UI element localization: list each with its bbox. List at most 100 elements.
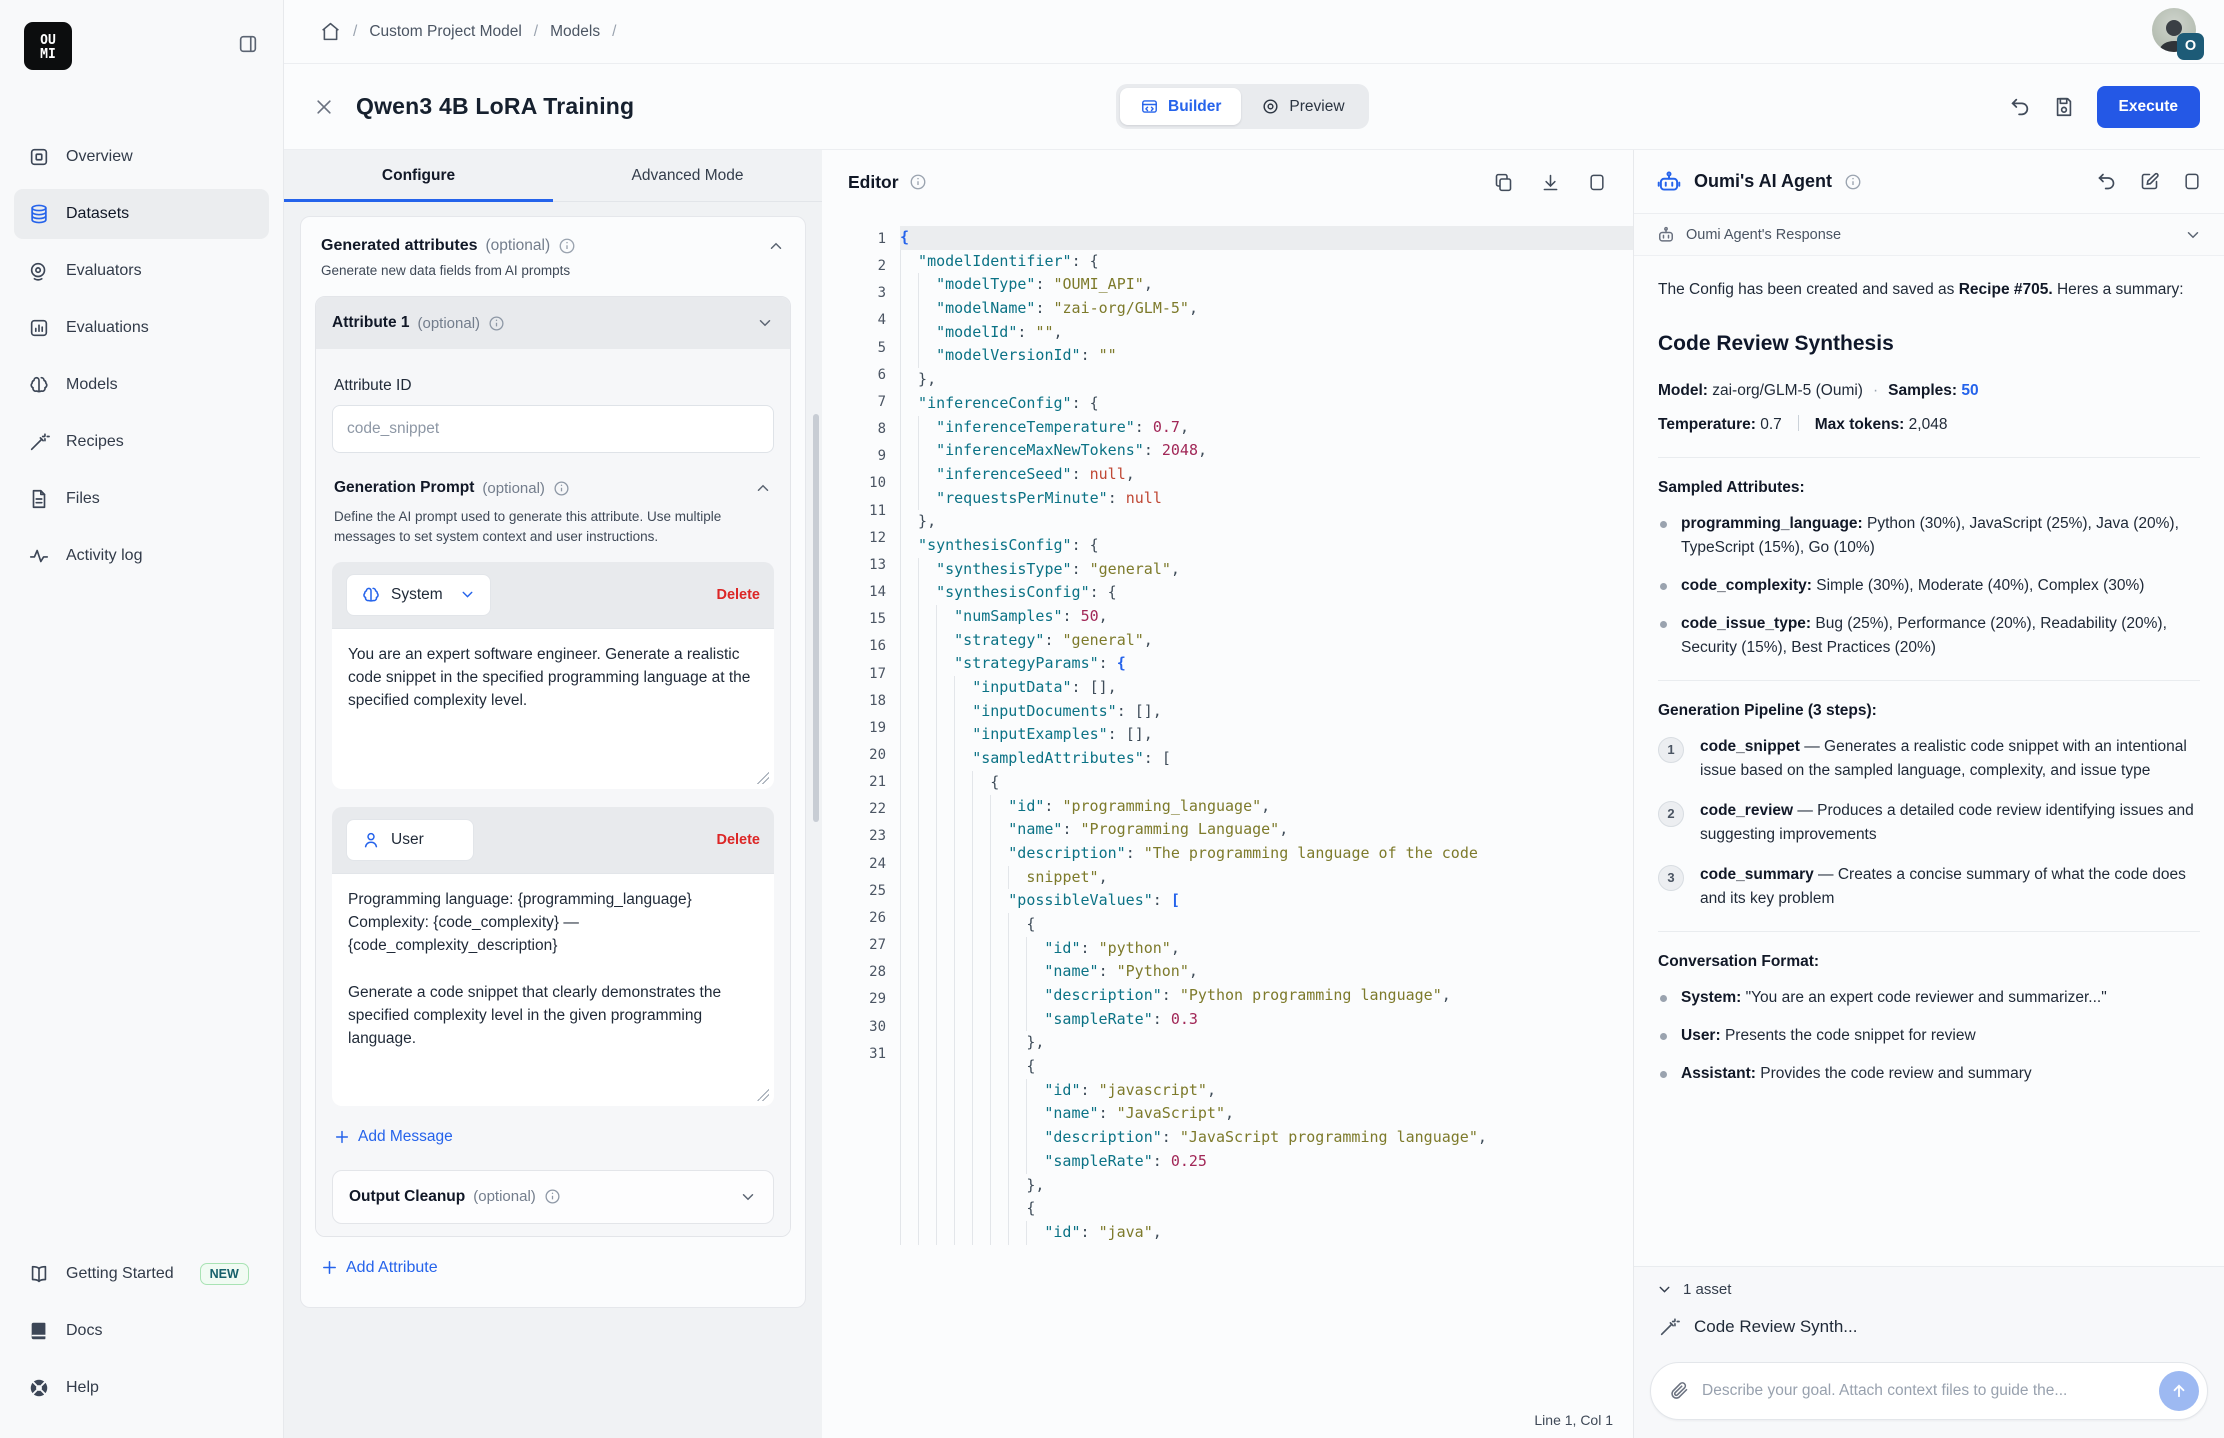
tab-configure[interactable]: Configure [284, 150, 553, 201]
code-line[interactable]: "inferenceMaxNewTokens": 2048, [900, 439, 1633, 463]
code-line[interactable]: { [900, 226, 1633, 250]
agent-response-header[interactable]: Oumi Agent's Response [1634, 214, 2224, 256]
sidebar-item-activity-log[interactable]: Activity log [14, 531, 269, 581]
code-line[interactable]: "sampleRate": 0.3 [900, 1008, 1633, 1032]
code-line[interactable]: "inferenceSeed": null, [900, 463, 1633, 487]
attribute-id-input[interactable] [332, 405, 774, 453]
code-line[interactable]: "id": "programming_language", [900, 795, 1633, 819]
code-line[interactable]: "id": "javascript", [900, 1079, 1633, 1103]
info-icon[interactable] [1844, 173, 1862, 191]
code-line[interactable]: { [900, 771, 1633, 795]
code-line[interactable]: "inputExamples": [], [900, 723, 1633, 747]
code-line[interactable]: "id": "python", [900, 937, 1633, 961]
info-icon[interactable] [488, 315, 505, 332]
info-icon[interactable] [909, 173, 927, 191]
configure-scrollbar[interactable] [813, 414, 819, 822]
code-line[interactable]: "numSamples": 50, [900, 605, 1633, 629]
assets-toggle[interactable]: 1 asset [1634, 1267, 2224, 1304]
code-line[interactable]: "synthesisConfig": { [900, 534, 1633, 558]
code-line[interactable]: }, [900, 510, 1633, 534]
code-line[interactable]: "description": "Python programming langu… [900, 984, 1633, 1008]
code-line[interactable]: "modelVersionId": "" [900, 344, 1633, 368]
info-icon[interactable] [558, 237, 576, 255]
attribute-header[interactable]: Attribute 1 (optional) [316, 297, 790, 349]
code-line[interactable]: "requestsPerMinute": null [900, 487, 1633, 511]
code-line[interactable]: }, [900, 1174, 1633, 1198]
chevron-down-icon[interactable] [2184, 226, 2202, 244]
delete-message-button[interactable]: Delete [716, 832, 760, 848]
sidebar-item-models[interactable]: Models [14, 360, 269, 410]
code-line[interactable]: }, [900, 368, 1633, 392]
code-line[interactable]: "inputDocuments": [], [900, 700, 1633, 724]
code-line[interactable]: snippet", [900, 866, 1633, 890]
home-icon[interactable] [320, 21, 341, 42]
code-line[interactable]: "possibleValues": [ [900, 889, 1633, 913]
close-icon[interactable] [314, 97, 334, 117]
code-line[interactable]: "modelType": "OUMI_API", [900, 273, 1633, 297]
breadcrumb-project[interactable]: Custom Project Model [369, 23, 521, 41]
code-line[interactable]: "inputData": [], [900, 676, 1633, 700]
code-line[interactable]: "modelName": "zai-org/GLM-5", [900, 297, 1633, 321]
code-line[interactable]: "strategy": "general", [900, 629, 1633, 653]
new-chat-icon[interactable] [2139, 171, 2160, 192]
chevron-down-icon[interactable] [756, 314, 774, 332]
code-line[interactable]: "synthesisType": "general", [900, 558, 1633, 582]
code-line[interactable]: { [900, 1197, 1633, 1221]
sidebar-item-datasets[interactable]: Datasets [14, 189, 269, 239]
sidebar-item-overview[interactable]: Overview [14, 132, 269, 182]
role-select-system[interactable]: System [346, 574, 491, 616]
code-line[interactable]: { [900, 1055, 1633, 1079]
sidebar-item-help[interactable]: Help [14, 1363, 269, 1413]
asset-item[interactable]: Code Review Synth... [1634, 1304, 2224, 1354]
code-line[interactable]: "id": "java", [900, 1221, 1633, 1245]
code-line[interactable]: }, [900, 1031, 1633, 1055]
code-line[interactable]: "description": "The programming language… [900, 842, 1633, 866]
editor-code[interactable]: {"modelIdentifier": {"modelType": "OUMI_… [900, 226, 1633, 1245]
toggle-builder[interactable]: Builder [1120, 88, 1241, 125]
code-line[interactable]: "name": "Programming Language", [900, 818, 1633, 842]
undo-icon[interactable] [2009, 96, 2031, 118]
toggle-preview[interactable]: Preview [1241, 88, 1364, 125]
sidebar-item-evaluators[interactable]: Evaluators [14, 246, 269, 296]
code-line[interactable]: "sampleRate": 0.25 [900, 1150, 1633, 1174]
code-line[interactable]: { [900, 913, 1633, 937]
execute-button[interactable]: Execute [2097, 86, 2200, 128]
add-message-button[interactable]: Add Message [334, 1128, 453, 1146]
code-line[interactable]: "name": "Python", [900, 960, 1633, 984]
code-line[interactable]: "strategyParams": { [900, 652, 1633, 676]
save-icon[interactable] [2053, 96, 2075, 118]
output-cleanup-section[interactable]: Output Cleanup (optional) [332, 1170, 774, 1224]
message-textarea-system[interactable] [332, 629, 774, 789]
send-button[interactable] [2159, 1371, 2199, 1411]
sidebar-item-recipes[interactable]: Recipes [14, 417, 269, 467]
code-line[interactable]: "synthesisConfig": { [900, 581, 1633, 605]
expand-panel-icon[interactable] [1587, 172, 1607, 193]
breadcrumb-models[interactable]: Models [550, 23, 600, 41]
code-line[interactable]: "name": "JavaScript", [900, 1102, 1633, 1126]
code-line[interactable]: "modelId": "", [900, 321, 1633, 345]
code-editor[interactable]: 1234567891011121314151617181920212223242… [822, 214, 1633, 1438]
sidebar-item-evaluations[interactable]: Evaluations [14, 303, 269, 353]
delete-message-button[interactable]: Delete [716, 587, 760, 603]
tab-advanced-mode[interactable]: Advanced Mode [553, 150, 822, 201]
info-icon[interactable] [544, 1188, 561, 1205]
code-line[interactable]: "inferenceConfig": { [900, 392, 1633, 416]
sidebar-collapse-icon[interactable] [237, 33, 259, 60]
chevron-up-icon[interactable] [754, 479, 772, 497]
oumi-logo[interactable]: OU MI [24, 22, 72, 70]
code-line[interactable]: "description": "JavaScript programming l… [900, 1126, 1633, 1150]
download-icon[interactable] [1540, 172, 1561, 193]
sidebar-item-files[interactable]: Files [14, 474, 269, 524]
attach-icon[interactable] [1669, 1381, 1690, 1402]
chevron-up-icon[interactable] [767, 237, 785, 255]
collapse-panel-icon[interactable] [2182, 171, 2202, 192]
sidebar-item-docs[interactable]: Docs [14, 1306, 269, 1356]
add-attribute-button[interactable]: Add Attribute [321, 1259, 438, 1277]
code-line[interactable]: "inferenceTemperature": 0.7, [900, 416, 1633, 440]
resize-handle-icon[interactable] [757, 772, 769, 784]
copy-icon[interactable] [1493, 172, 1514, 193]
info-icon[interactable] [553, 480, 570, 497]
role-select-user[interactable]: User [346, 819, 474, 861]
sidebar-item-getting-started[interactable]: Getting StartedNEW [14, 1249, 269, 1299]
reset-chat-icon[interactable] [2096, 171, 2117, 192]
